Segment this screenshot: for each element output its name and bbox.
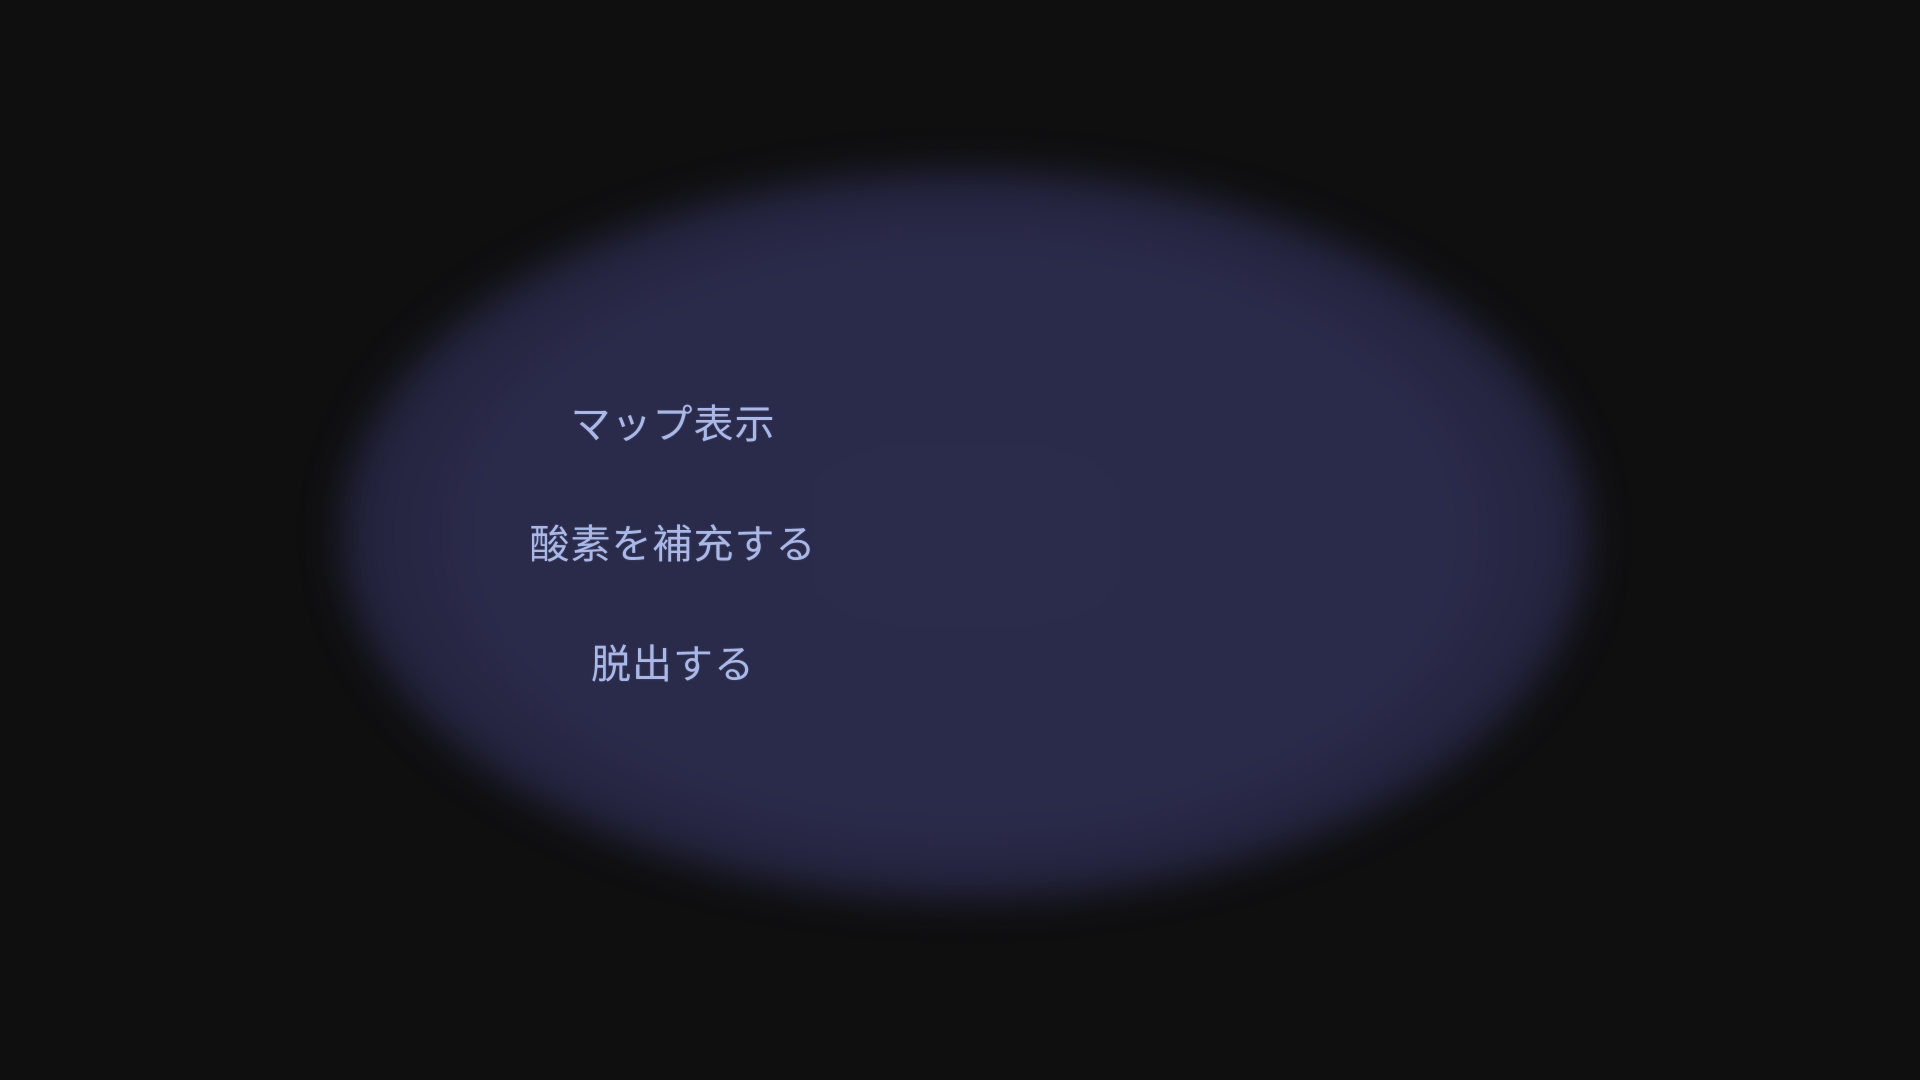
menu-item-refill-oxygen[interactable]: 酸素を補充する [530, 512, 817, 570]
menu-item-show-map[interactable]: マップ表示 [571, 392, 776, 450]
game-screen: マップ表示 酸素を補充する 脱出する [0, 0, 1920, 1080]
menu-item-escape[interactable]: 脱出する [591, 632, 755, 690]
menu-panel-glow [340, 170, 1590, 900]
